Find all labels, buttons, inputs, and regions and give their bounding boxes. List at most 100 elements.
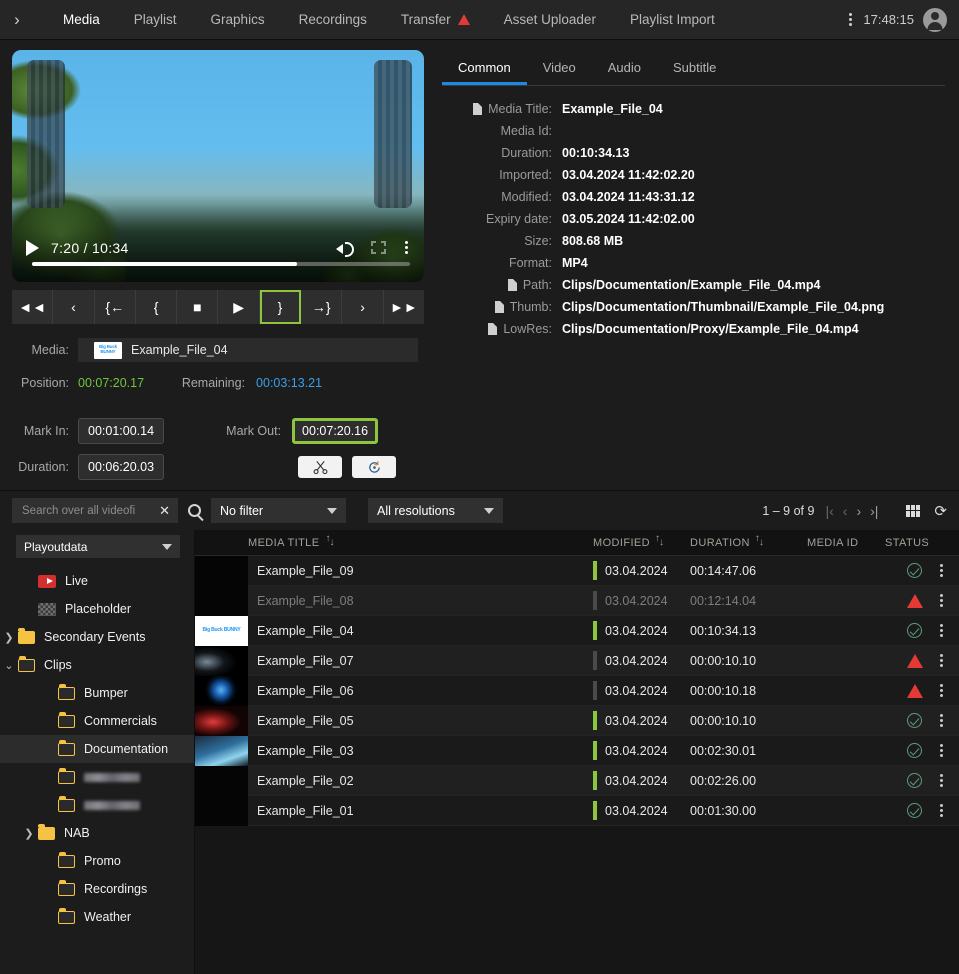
- header-modified[interactable]: MODIFIED: [593, 533, 690, 549]
- nav-item-playlist[interactable]: Playlist: [117, 0, 194, 39]
- transport-stop-button[interactable]: ■: [177, 290, 219, 324]
- remaining-label: Remaining:: [181, 376, 246, 390]
- nav-item-graphics[interactable]: Graphics: [194, 0, 282, 39]
- volume-icon[interactable]: [336, 240, 354, 257]
- sort-icon[interactable]: [755, 533, 765, 549]
- search-icon[interactable]: [188, 504, 201, 517]
- folder-icon: [38, 823, 55, 840]
- table-row[interactable]: Big Buck BUNNY Example_File_04 03.04.2024 0…: [195, 615, 959, 646]
- tab-audio[interactable]: Audio: [592, 52, 657, 85]
- tree-node-bumper[interactable]: Bumper: [0, 679, 194, 707]
- sidebar-expand-chevron-icon[interactable]: ›: [0, 10, 34, 30]
- row-menu-button[interactable]: [923, 624, 959, 637]
- tree-node-weather[interactable]: Weather: [0, 903, 194, 931]
- nav-item-playlist-import[interactable]: Playlist Import: [613, 0, 732, 39]
- transport-goto-mark-in-button[interactable]: {←: [95, 290, 136, 324]
- media-name-field[interactable]: Big Buck BUNNY Example_File_04: [78, 338, 418, 362]
- table-row[interactable]: Example_File_09 03.04.2024 00:14:47.06: [195, 555, 959, 586]
- row-menu-button[interactable]: [923, 744, 959, 757]
- next-page-button[interactable]: ›: [856, 503, 861, 519]
- mark-out-input[interactable]: 00:07:20.16: [292, 418, 379, 444]
- duration-input[interactable]: 00:06:20.03: [78, 454, 165, 480]
- prev-page-button[interactable]: ‹: [843, 503, 848, 519]
- column-settings-icon[interactable]: [906, 504, 921, 517]
- tab-common[interactable]: Common: [442, 52, 527, 85]
- video-options-icon[interactable]: [403, 239, 410, 256]
- resolution-dropdown[interactable]: All resolutions: [368, 498, 503, 523]
- upper-section: 7:20 / 10:34 ◄◄ ‹ {← {■ ▶} →} › ►► Media: Big B…: [0, 40, 959, 490]
- transport-goto-mark-out-button[interactable]: →}: [301, 290, 343, 324]
- tree-node-secondary-events[interactable]: ❯ Secondary Events: [0, 623, 194, 651]
- tree-node-commercials[interactable]: Commercials: [0, 707, 194, 735]
- table-row[interactable]: Example_File_07 03.04.2024 00:00:10.10: [195, 645, 959, 676]
- cut-button[interactable]: [298, 456, 343, 478]
- row-menu-button[interactable]: [923, 684, 959, 697]
- transport-step-back-button[interactable]: ‹: [53, 290, 95, 324]
- row-menu-button[interactable]: [923, 654, 959, 667]
- sort-icon[interactable]: [325, 533, 335, 549]
- header-media-title[interactable]: MEDIA TITLE: [248, 533, 593, 549]
- tree-node-promo[interactable]: Promo: [0, 847, 194, 875]
- transport-set-mark-in-button[interactable]: {: [136, 290, 178, 324]
- status-warning-icon: [907, 593, 923, 608]
- tree-node[interactable]: [0, 763, 194, 791]
- mark-in-input[interactable]: 00:01:00.14: [78, 418, 165, 444]
- table-row[interactable]: Example_File_03 03.04.2024 00:02:30.01: [195, 735, 959, 766]
- row-menu-button[interactable]: [923, 594, 959, 607]
- row-menu-button[interactable]: [923, 774, 959, 787]
- tree-node-live[interactable]: Live: [0, 567, 194, 595]
- row-menu-button[interactable]: [923, 714, 959, 727]
- transport-fast-forward-button[interactable]: ►►: [384, 290, 424, 324]
- row-menu-button[interactable]: [923, 564, 959, 577]
- video-preview[interactable]: 7:20 / 10:34: [12, 50, 424, 282]
- tree-node-documentation[interactable]: Documentation: [0, 735, 194, 763]
- table-row[interactable]: Example_File_05 03.04.2024 00:00:10.10: [195, 705, 959, 736]
- nav-item-transfer[interactable]: Transfer: [384, 0, 487, 39]
- tree-node-nab[interactable]: ❯ NAB: [0, 819, 194, 847]
- refresh-icon[interactable]: ⟳: [934, 502, 947, 520]
- overflow-menu-icon[interactable]: [847, 11, 854, 28]
- transport-play-button[interactable]: ▶: [218, 290, 260, 324]
- table-row[interactable]: Example_File_06 03.04.2024 00:00:10.18: [195, 675, 959, 706]
- transport-set-mark-in-icon: {: [153, 299, 159, 315]
- fullscreen-icon[interactable]: [371, 241, 386, 254]
- pagination: 1 – 9 of 9 |‹ ‹ › ›|: [762, 503, 878, 519]
- video-seek-bar[interactable]: [32, 262, 410, 266]
- database-selector[interactable]: Playoutdata: [16, 535, 180, 558]
- play-icon[interactable]: [26, 239, 39, 256]
- tree-node[interactable]: [0, 791, 194, 819]
- header-duration[interactable]: DURATION: [690, 533, 807, 549]
- first-page-button[interactable]: |‹: [825, 503, 833, 519]
- row-menu-button[interactable]: [923, 804, 959, 817]
- transport-set-mark-out-button[interactable]: }: [259, 290, 302, 324]
- sort-icon[interactable]: [655, 533, 665, 549]
- nav-item-media[interactable]: Media: [46, 0, 117, 39]
- row-duration: 00:02:26.00: [690, 773, 757, 788]
- table-row[interactable]: Example_File_01 03.04.2024 00:01:30.00: [195, 795, 959, 826]
- table-row[interactable]: Example_File_08 03.04.2024 00:12:14.04: [195, 585, 959, 616]
- chevron-right-icon[interactable]: ❯: [0, 631, 18, 644]
- row-status: [885, 653, 923, 668]
- tab-subtitle[interactable]: Subtitle: [657, 52, 732, 85]
- nav-item-asset-uploader[interactable]: Asset Uploader: [487, 0, 613, 39]
- chevron-right-icon[interactable]: ❯: [20, 827, 38, 840]
- filter-dropdown[interactable]: No filter: [211, 498, 346, 523]
- metadata-row: Format: MP4: [442, 256, 945, 270]
- reset-button[interactable]: [352, 456, 397, 478]
- nav-item-recordings[interactable]: Recordings: [282, 0, 384, 39]
- user-avatar-icon[interactable]: [923, 7, 947, 32]
- transport-rewind-button[interactable]: ◄◄: [12, 290, 54, 324]
- media-name-value: Example_File_04: [131, 343, 228, 357]
- tree-node-recordings[interactable]: Recordings: [0, 875, 194, 903]
- clear-search-icon[interactable]: ✕: [157, 503, 172, 519]
- transport-step-forward-button[interactable]: ›: [342, 290, 384, 324]
- table-row[interactable]: Example_File_02 03.04.2024 00:02:26.00: [195, 765, 959, 796]
- transport-fast-forward-icon: ►►: [389, 299, 418, 315]
- chevron-down-icon[interactable]: ⌄: [0, 659, 18, 672]
- tab-video[interactable]: Video: [527, 52, 592, 85]
- last-page-button[interactable]: ›|: [870, 503, 878, 519]
- tree-node-clips[interactable]: ⌄ Clips: [0, 651, 194, 679]
- search-input[interactable]: Search over all videofi ✕: [12, 498, 178, 523]
- folder-icon: [58, 851, 75, 868]
- tree-node-placeholder[interactable]: Placeholder: [0, 595, 194, 623]
